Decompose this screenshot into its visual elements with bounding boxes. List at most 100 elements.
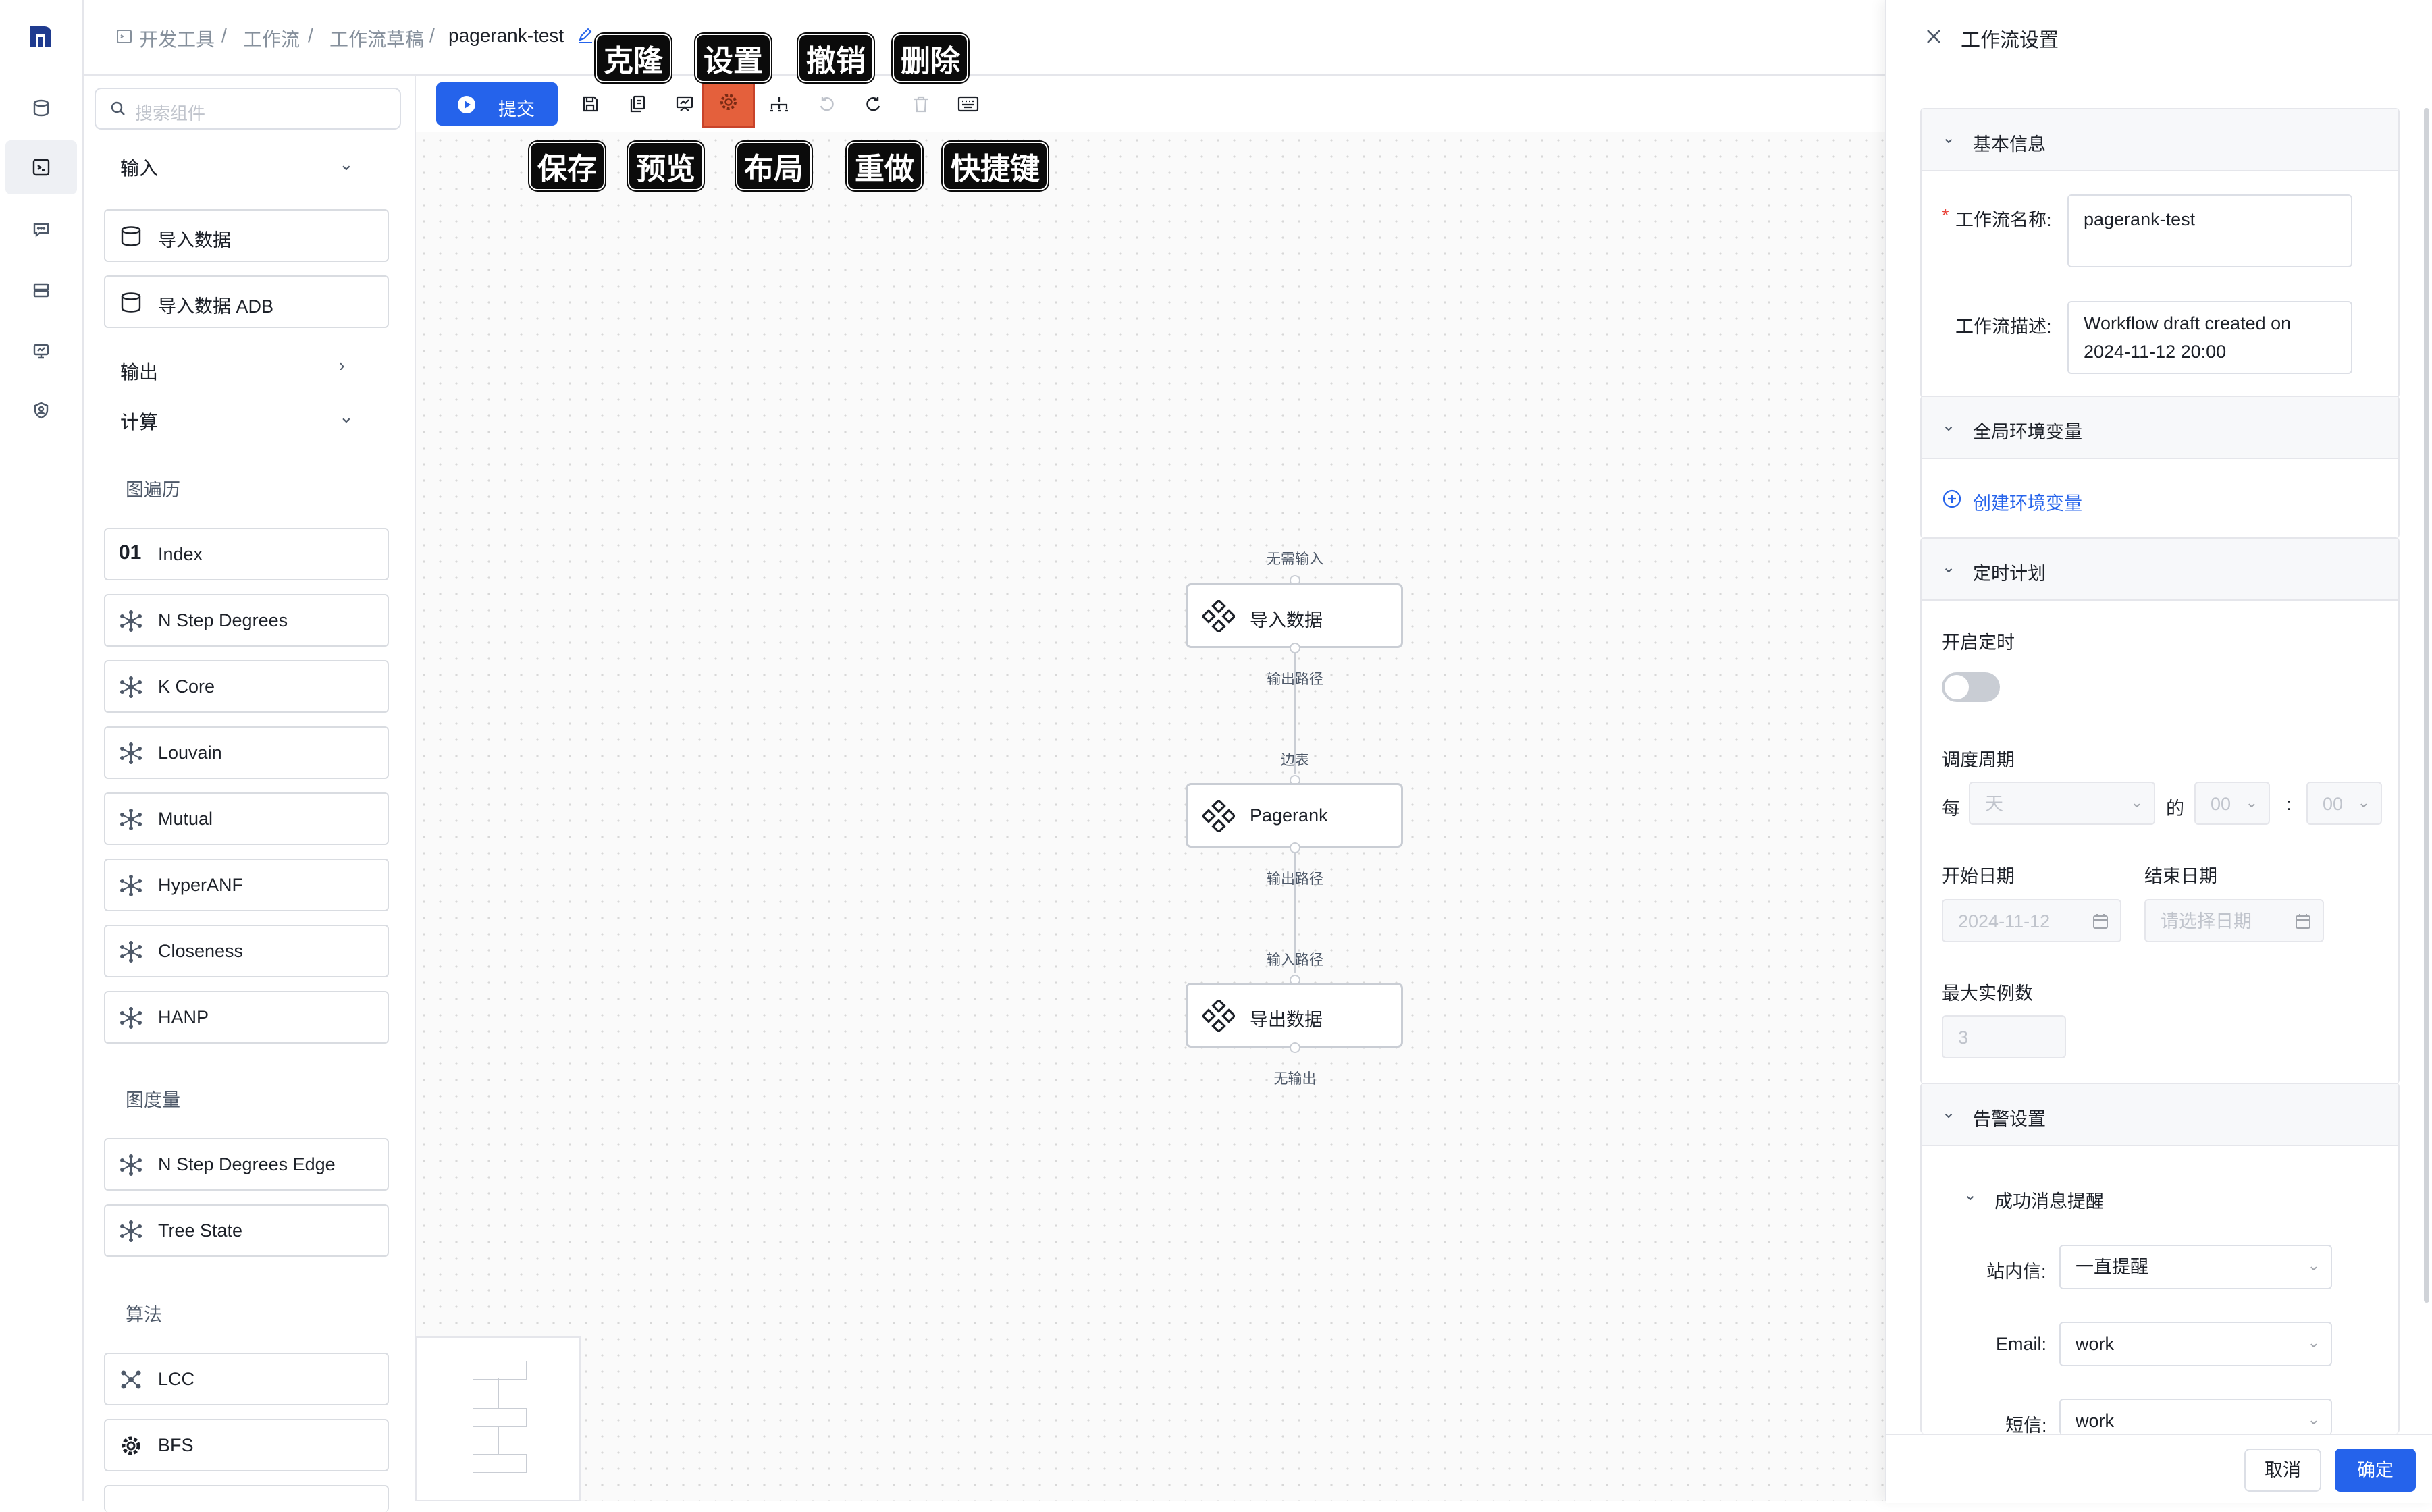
section-global-env: ⌄ 全局环境变量 创建环境变量	[1920, 396, 2400, 539]
section-header[interactable]: ⌄ 基本信息	[1922, 109, 2398, 171]
submit-button[interactable]: 提交	[436, 82, 558, 126]
breadcrumb-workflow[interactable]: 工作流	[243, 25, 300, 52]
chevron-down-icon: ⌄	[2130, 794, 2143, 811]
section-header[interactable]: ⌄ 定时计划	[1922, 539, 2398, 601]
graph-nodes-icon	[120, 1220, 142, 1242]
graph-nodes-icon	[120, 1007, 142, 1029]
chat-icon[interactable]	[21, 209, 61, 250]
terminal-icon	[117, 30, 132, 43]
settings-button[interactable]	[702, 76, 755, 128]
chevron-down-icon[interactable]: ⌄	[339, 406, 354, 427]
component-lcc[interactable]: LCC	[104, 1353, 389, 1405]
app-logo[interactable]	[21, 16, 61, 57]
breadcrumb-dev-tools[interactable]: 开发工具	[139, 25, 215, 52]
component-partial[interactable]	[104, 1485, 389, 1512]
section-output[interactable]: 输出	[120, 358, 158, 385]
shield-user-icon[interactable]	[21, 390, 61, 431]
output-port[interactable]	[1290, 1042, 1300, 1053]
delete-icon[interactable]	[905, 88, 937, 120]
component-closeness[interactable]: Closeness	[104, 925, 389, 977]
schedule-toggle[interactable]	[1942, 672, 2000, 702]
component-import-data[interactable]: 导入数据	[104, 209, 389, 262]
preview-icon[interactable]	[668, 88, 701, 120]
site-msg-select[interactable]: 一直提醒 ⌄	[2059, 1245, 2332, 1289]
component-hyperanf[interactable]: HyperANF	[104, 859, 389, 911]
close-icon[interactable]	[1924, 27, 1943, 46]
workflow-desc-input[interactable]: Workflow draft created on 2024-11-12 20:…	[2067, 301, 2352, 374]
minute-value: 00	[2323, 794, 2344, 814]
workflow-canvas[interactable]: 无需输入 导入数据 输出路径 边表 Pagerank 输出路径 输入路径 导出数…	[416, 132, 1885, 1501]
minute-select[interactable]: 00 ⌄	[2306, 782, 2382, 825]
component-mutual[interactable]: Mutual	[104, 792, 389, 845]
workflow-node-import[interactable]: 导入数据	[1186, 583, 1403, 648]
workflow-name-input[interactable]: pagerank-test	[2067, 194, 2352, 267]
confirm-button[interactable]: 确定	[2335, 1449, 2416, 1492]
component-import-data-adb[interactable]: 导入数据 ADB	[104, 275, 389, 328]
sms-select[interactable]: work ⌄	[2059, 1399, 2332, 1435]
undo-icon[interactable]	[810, 88, 843, 120]
layout-icon[interactable]	[763, 88, 795, 120]
cancel-button[interactable]: 取消	[2244, 1449, 2321, 1492]
success-alert-header[interactable]: 成功消息提醒	[1994, 1187, 2104, 1213]
period-unit-select[interactable]: 天 ⌄	[1969, 782, 2155, 825]
section-header[interactable]: ⌄ 告警设置	[1922, 1084, 2398, 1146]
clone-icon[interactable]	[621, 88, 654, 120]
database-icon[interactable]	[21, 88, 61, 128]
port-label: 无输出	[1273, 1071, 1317, 1087]
component-index[interactable]: 01 Index	[104, 528, 389, 580]
keyboard-icon[interactable]	[952, 88, 984, 120]
server-icon[interactable]	[21, 270, 61, 310]
workflow-desc-line1: Workflow draft created on	[2084, 313, 2292, 333]
section-basic-info: ⌄ 基本信息 * 工作流名称: pagerank-test 工作流描述: Wor…	[1920, 108, 2400, 398]
component-label: Closeness	[158, 941, 244, 961]
component-louvain[interactable]: Louvain	[104, 726, 389, 779]
hour-select[interactable]: 00 ⌄	[2194, 782, 2270, 825]
group-metric: 图度量	[126, 1090, 180, 1110]
breadcrumb-drafts[interactable]: 工作流草稿	[329, 25, 424, 52]
minimap[interactable]	[416, 1336, 581, 1501]
output-port[interactable]	[1290, 643, 1300, 653]
chevron-right-icon[interactable]: ›	[339, 355, 345, 376]
plus-circle-icon[interactable]	[1942, 489, 1962, 509]
create-env-link[interactable]: 创建环境变量	[1973, 489, 2082, 515]
end-date-picker[interactable]: 请选择日期	[2144, 899, 2324, 942]
save-icon[interactable]	[574, 88, 606, 120]
component-label: LCC	[158, 1369, 195, 1389]
workflow-node-export[interactable]: 导出数据	[1186, 983, 1403, 1048]
drawer-scrollbar[interactable]	[2424, 108, 2429, 1303]
section-compute[interactable]: 计算	[120, 408, 158, 435]
end-date-label: 结束日期	[2144, 866, 2217, 886]
component-label: BFS	[158, 1435, 194, 1455]
chevron-down-icon[interactable]: ⌄	[1963, 1185, 1977, 1205]
graph-nodes-icon	[120, 742, 142, 764]
output-port[interactable]	[1290, 842, 1300, 853]
node-label: 导出数据	[1250, 1010, 1323, 1030]
component-k-core[interactable]: K Core	[104, 660, 389, 713]
start-date-picker[interactable]: 2024-11-12	[1942, 899, 2121, 942]
email-select[interactable]: work ⌄	[2059, 1322, 2332, 1366]
calendar-icon	[2093, 914, 2108, 929]
search-input[interactable]: 搜索组件	[95, 88, 401, 130]
chevron-down-icon: ⌄	[1942, 558, 1956, 576]
max-instances-input[interactable]: 3	[1942, 1015, 2066, 1058]
graph-nodes-icon	[120, 1154, 142, 1176]
breadcrumb-current: pagerank-test	[448, 25, 564, 46]
component-n-step-degrees-edge[interactable]: N Step Degrees Edge	[104, 1138, 389, 1191]
database-icon	[121, 226, 141, 246]
edit-icon[interactable]	[577, 27, 594, 45]
node-label: Pagerank	[1250, 805, 1328, 826]
workflow-node-pagerank[interactable]: Pagerank	[1186, 783, 1403, 848]
component-bfs[interactable]: BFS	[104, 1419, 389, 1472]
chevron-down-icon[interactable]: ⌄	[339, 154, 354, 175]
dev-tools-icon[interactable]	[5, 140, 77, 194]
component-n-step-degrees[interactable]: N Step Degrees	[104, 594, 389, 647]
graph-nodes-icon	[120, 875, 142, 896]
section-input[interactable]: 输入	[120, 154, 158, 181]
port-label: 无需输入	[1267, 551, 1323, 567]
section-header[interactable]: ⌄ 全局环境变量	[1922, 397, 2398, 459]
component-tree-state[interactable]: Tree State	[104, 1204, 389, 1257]
annotation-delete: 删除	[893, 34, 968, 82]
component-hanp[interactable]: HANP	[104, 991, 389, 1044]
redo-icon[interactable]	[857, 88, 890, 120]
monitor-icon[interactable]	[21, 331, 61, 371]
